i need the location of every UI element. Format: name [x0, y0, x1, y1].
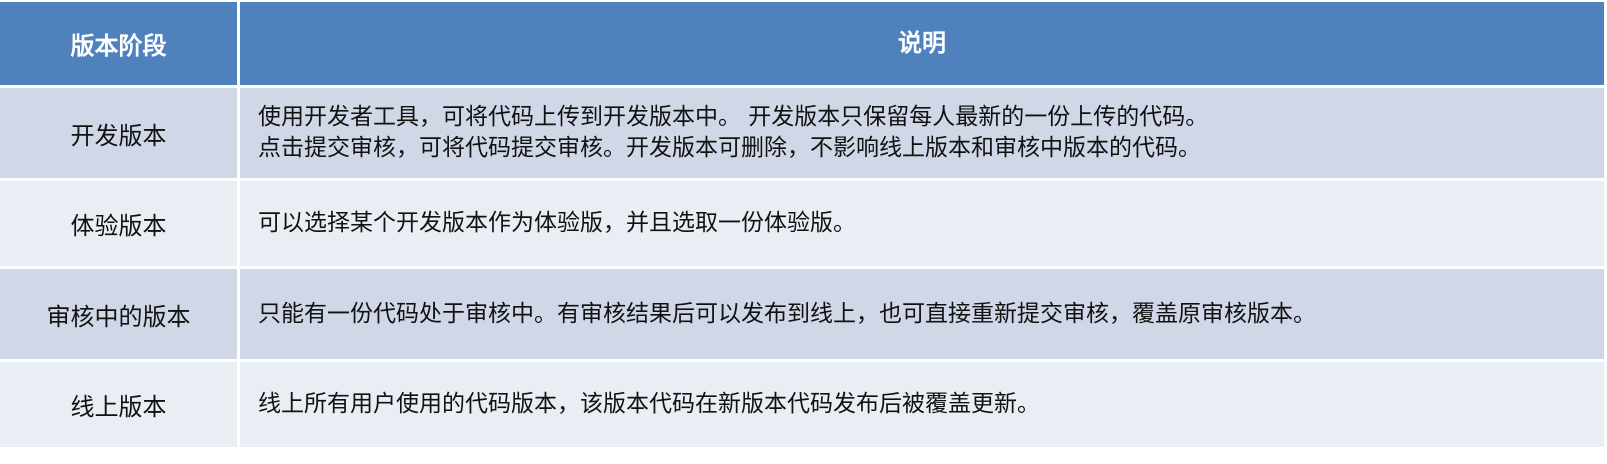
version-stages-table: 版本阶段 说明 开发版本 使用开发者工具，可将代码上传到开发版本中。 开发版本只…: [0, 2, 1604, 450]
table-header-row: 版本阶段 说明: [0, 2, 1604, 88]
table-row: 线上版本 线上所有用户使用的代码版本，该版本代码在新版本代码发布后被覆盖更新。: [0, 362, 1604, 450]
table-row: 体验版本 可以选择某个开发版本作为体验版，并且选取一份体验版。: [0, 181, 1604, 269]
stage-cell: 开发版本: [0, 88, 240, 178]
description-line: 只能有一份代码处于审核中。有审核结果后可以发布到线上，也可直接重新提交审核，覆盖…: [258, 300, 1316, 327]
stage-cell: 审核中的版本: [0, 269, 240, 359]
description-cell: 使用开发者工具，可将代码上传到开发版本中。 开发版本只保留每人最新的一份上传的代…: [240, 88, 1604, 178]
description-line: 使用开发者工具，可将代码上传到开发版本中。 开发版本只保留每人最新的一份上传的代…: [258, 104, 1209, 130]
stage-cell: 线上版本: [0, 362, 240, 447]
stage-cell: 体验版本: [0, 181, 240, 266]
description-cell: 可以选择某个开发版本作为体验版，并且选取一份体验版。: [240, 181, 1604, 266]
description-cell: 线上所有用户使用的代码版本，该版本代码在新版本代码发布后被覆盖更新。: [240, 362, 1604, 447]
table-row: 开发版本 使用开发者工具，可将代码上传到开发版本中。 开发版本只保留每人最新的一…: [0, 88, 1604, 181]
description-cell: 只能有一份代码处于审核中。有审核结果后可以发布到线上，也可直接重新提交审核，覆盖…: [240, 269, 1604, 359]
description-line: 点击提交审核，可将代码提交审核。开发版本可删除，不影响线上版本和审核中版本的代码…: [258, 135, 1201, 161]
header-description: 说明: [898, 29, 946, 57]
table-row: 审核中的版本 只能有一份代码处于审核中。有审核结果后可以发布到线上，也可直接重新…: [0, 269, 1604, 362]
description-line: 线上所有用户使用的代码版本，该版本代码在新版本代码发布后被覆盖更新。: [258, 391, 1040, 417]
header-stage: 版本阶段: [0, 2, 240, 85]
description-line: 可以选择某个开发版本作为体验版，并且选取一份体验版。: [258, 210, 856, 236]
